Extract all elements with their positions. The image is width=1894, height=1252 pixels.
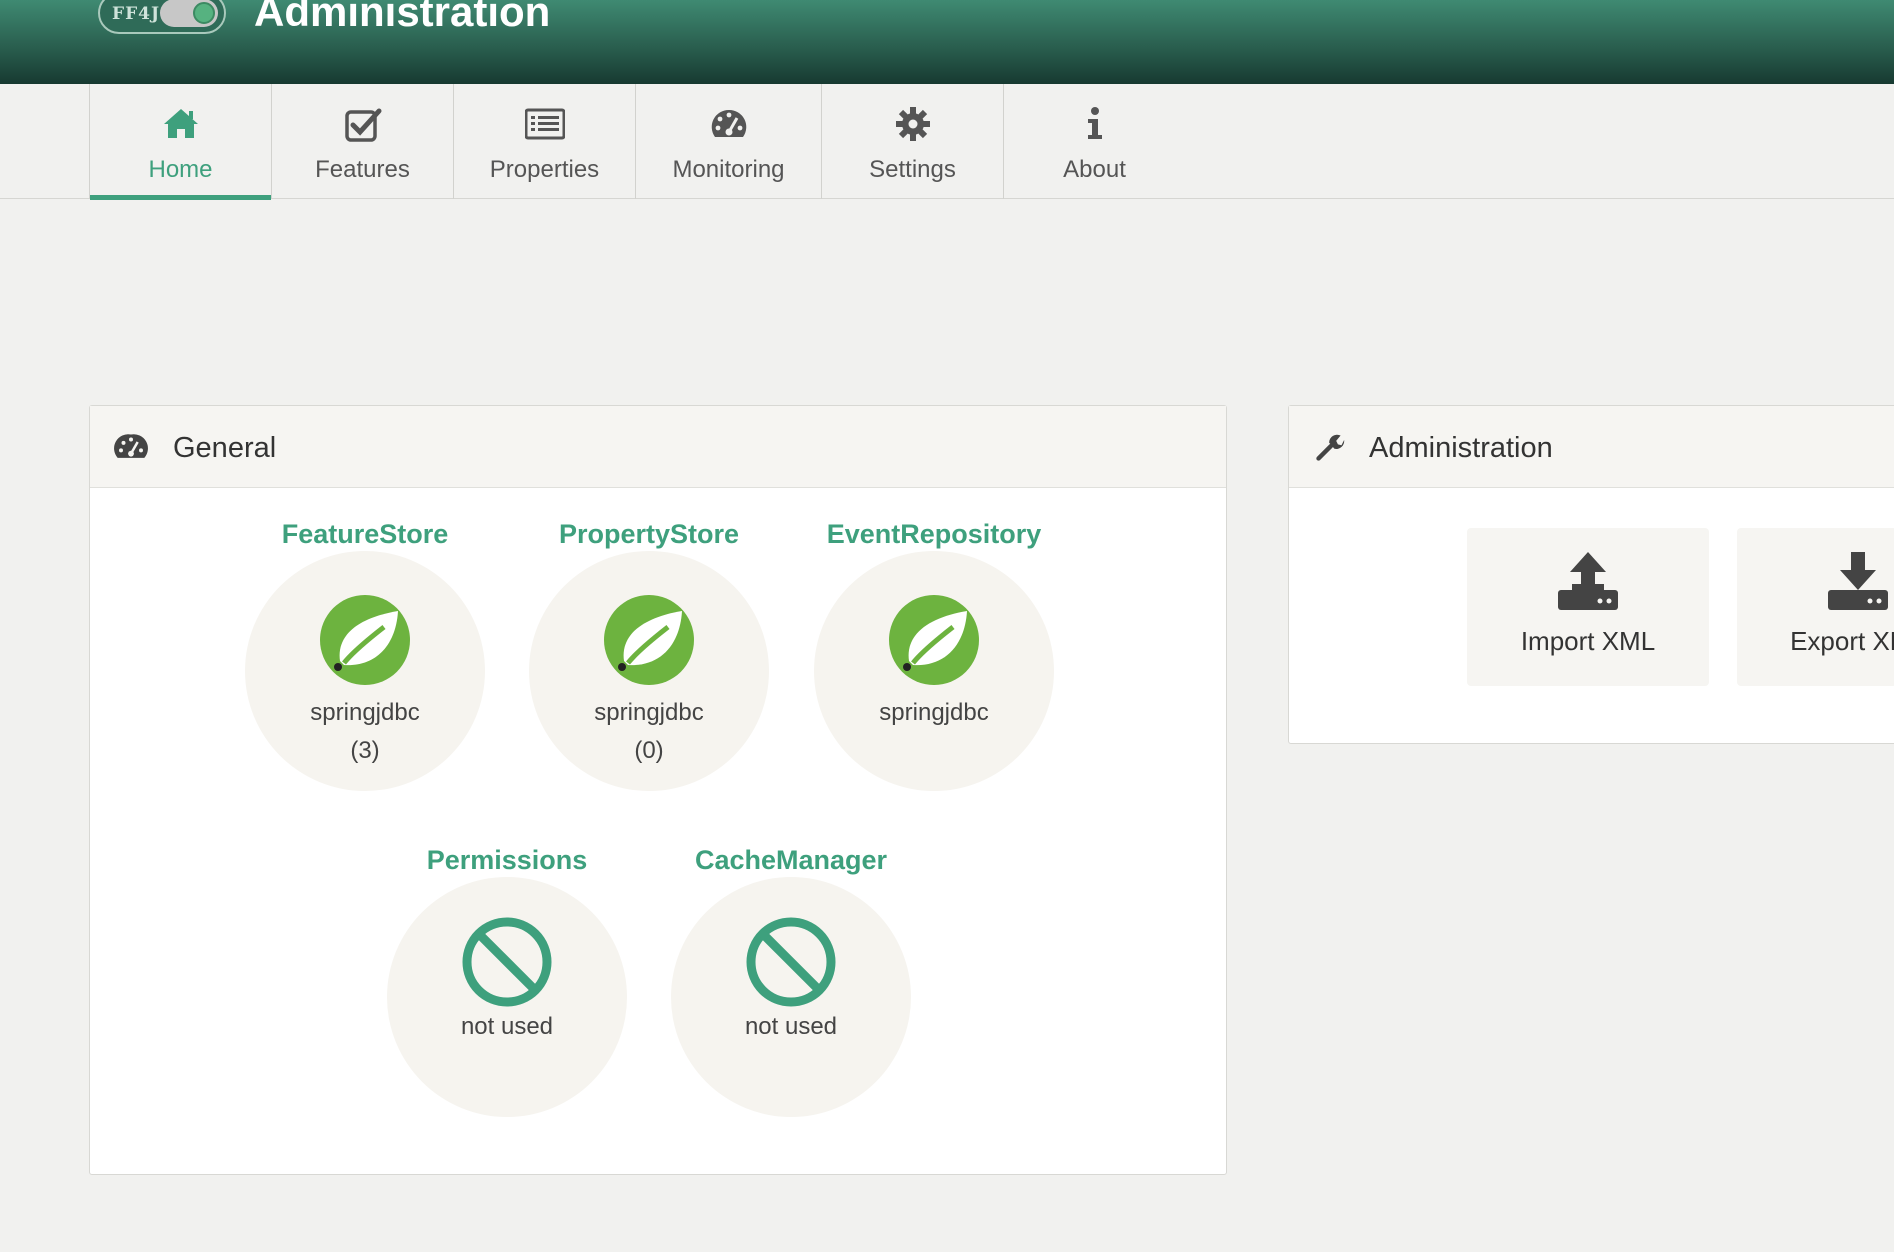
tab-label: Settings (869, 156, 956, 183)
feature-store-card[interactable]: FeatureStore springjdbc (3) (245, 519, 485, 819)
list-icon (524, 108, 565, 140)
store-title: CacheManager (694, 845, 888, 875)
tab-label: About (1063, 156, 1126, 183)
store-title: Permissions (426, 845, 588, 875)
tab-properties[interactable]: Properties (453, 84, 635, 199)
toggle-switch (160, 0, 218, 27)
tab-features[interactable]: Features (271, 84, 453, 199)
tab-label: Properties (489, 156, 600, 183)
ban-icon (462, 917, 552, 1007)
store-status: not used (460, 1013, 554, 1040)
store-title: EventRepository (826, 519, 1042, 549)
dashboard-icon (711, 109, 746, 137)
page-title: Administration (254, 0, 551, 35)
export-xml-label: Export XML (1790, 626, 1894, 656)
ff4j-logo-toggle[interactable]: FF4J (98, 0, 226, 34)
toggle-knob (193, 2, 215, 24)
tab-label: Monitoring (672, 156, 785, 183)
wrench-icon (1316, 434, 1345, 461)
store-circle: not used (387, 877, 627, 1117)
export-xml-button[interactable]: Export XML (1737, 528, 1894, 686)
store-name: springjdbc (594, 699, 704, 726)
tab-home[interactable]: Home (89, 84, 271, 200)
cache-manager-card[interactable]: CacheManager not used (671, 845, 911, 1145)
import-xml-button[interactable]: Import XML (1467, 528, 1709, 686)
spring-leaf-icon (889, 595, 979, 685)
tab-label: Features (315, 156, 410, 183)
spring-leaf-icon (604, 595, 694, 685)
property-store-card[interactable]: PropertyStore springjdbc (0) (529, 519, 769, 819)
main-nav: Home Features Properties Monitoring Sett… (0, 84, 1894, 200)
store-circle: springjdbc (814, 551, 1054, 791)
general-panel-title: General (173, 432, 277, 464)
administration-panel-header: Administration (1289, 406, 1894, 488)
store-name: springjdbc (310, 699, 420, 726)
store-status: not used (744, 1013, 838, 1040)
tab-about[interactable]: About (1003, 84, 1185, 199)
import-xml-label: Import XML (1520, 626, 1656, 656)
store-count: (3) (350, 737, 380, 764)
check-square-icon (344, 108, 381, 142)
ban-icon (746, 917, 836, 1007)
info-icon (1087, 107, 1102, 139)
store-count: (0) (634, 737, 664, 764)
store-circle: not used (671, 877, 911, 1117)
store-circle: springjdbc (0) (529, 551, 769, 791)
general-panel: General FeatureStore springjdbc (3) Prop… (89, 405, 1227, 1175)
upload-icon (1558, 552, 1618, 610)
administration-panel-title: Administration (1369, 432, 1553, 464)
general-panel-header: General (90, 406, 1226, 488)
spring-leaf-icon (320, 595, 410, 685)
home-icon (163, 109, 198, 138)
store-circle: springjdbc (3) (245, 551, 485, 791)
permissions-card[interactable]: Permissions not used (387, 845, 627, 1145)
store-title: FeatureStore (281, 519, 449, 549)
dashboard-icon (114, 434, 148, 458)
store-title: PropertyStore (558, 519, 740, 549)
event-repository-card[interactable]: EventRepository springjdbc (814, 519, 1054, 819)
brand-label: FF4J (112, 4, 161, 24)
tab-monitoring[interactable]: Monitoring (635, 84, 821, 199)
store-name: springjdbc (879, 699, 989, 726)
top-header-bar: FF4J Administration (0, 0, 1894, 84)
download-icon (1828, 552, 1888, 610)
tab-label: Home (148, 156, 213, 183)
tab-settings[interactable]: Settings (821, 84, 1003, 199)
administration-panel: Administration Import XML Export XML (1288, 405, 1894, 744)
gear-icon (895, 107, 930, 141)
